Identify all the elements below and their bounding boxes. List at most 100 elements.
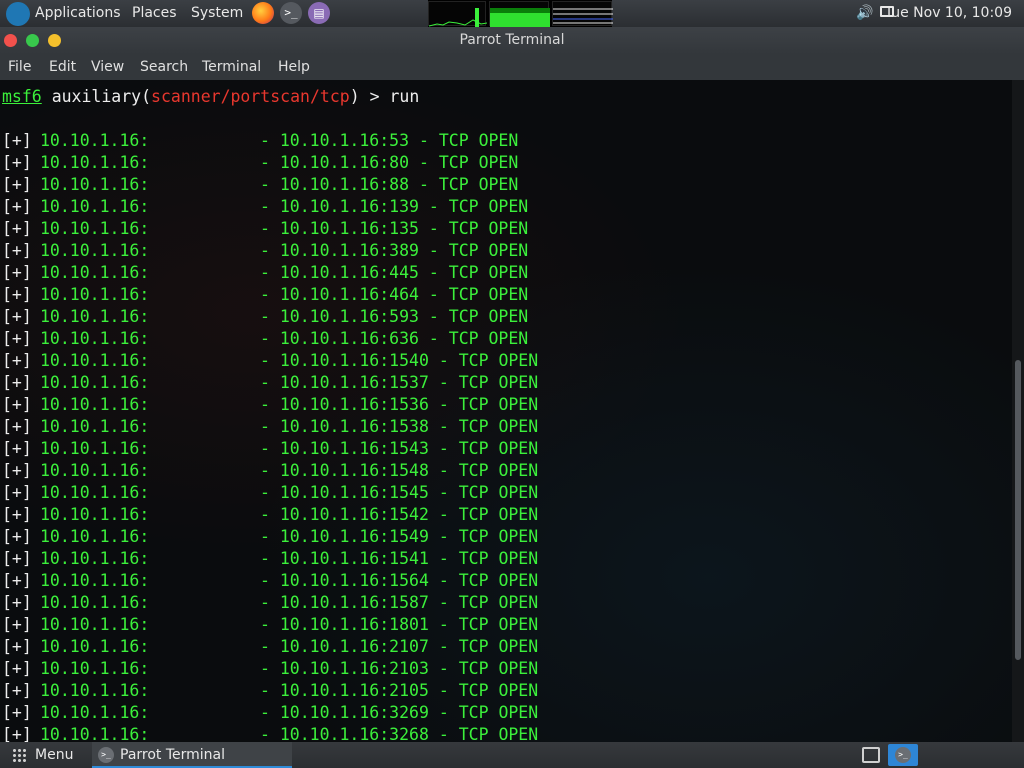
taskbar-terminal-button[interactable]: >_ Parrot Terminal bbox=[92, 742, 292, 768]
result-prefix: [+] bbox=[2, 197, 32, 216]
result-port-line: - 10.10.1.16:1540 - TCP OPEN bbox=[260, 351, 539, 370]
menu-view[interactable]: View bbox=[91, 54, 124, 80]
maximize-button[interactable] bbox=[48, 34, 61, 47]
window-titlebar[interactable]: Parrot Terminal bbox=[0, 27, 1024, 54]
result-port-line: - 10.10.1.16:3269 - TCP OPEN bbox=[260, 703, 539, 722]
result-host: 10.10.1.16: bbox=[40, 461, 150, 480]
result-status: TCP OPEN bbox=[458, 351, 539, 370]
result-status: TCP OPEN bbox=[448, 307, 529, 326]
result-host: 10.10.1.16: bbox=[40, 527, 150, 546]
menu-grid-icon[interactable] bbox=[12, 748, 26, 762]
clock[interactable]: Tue Nov 10, 10:09 bbox=[885, 0, 1012, 27]
prompt-command: > run bbox=[369, 87, 420, 106]
menu-terminal[interactable]: Terminal bbox=[202, 54, 261, 80]
system-menu[interactable]: System bbox=[191, 0, 243, 27]
result-line: [+] 10.10.1.16: - 10.10.1.16:1549 - TCP OP… bbox=[2, 526, 538, 548]
result-address: 10.10.1.16:2107 bbox=[279, 637, 429, 656]
result-port-line: - 10.10.1.16:80 - TCP OPEN bbox=[260, 153, 519, 172]
result-line: [+] 10.10.1.16: - 10.10.1.16:53 - TCP OPEN bbox=[2, 130, 518, 152]
result-host: 10.10.1.16: bbox=[40, 593, 150, 612]
result-prefix: [+] bbox=[2, 351, 32, 370]
result-prefix: [+] bbox=[2, 461, 32, 480]
menu-file[interactable]: File bbox=[8, 54, 31, 80]
terminal-output[interactable]: msf6 auxiliary(scanner/portscan/tcp) > r… bbox=[0, 80, 1012, 742]
result-address: 10.10.1.16:139 bbox=[279, 197, 419, 216]
scrollbar-thumb[interactable] bbox=[1015, 360, 1021, 660]
close-button[interactable] bbox=[4, 34, 17, 47]
result-address: 10.10.1.16:1537 bbox=[279, 373, 429, 392]
result-prefix: [+] bbox=[2, 175, 32, 194]
applications-menu[interactable]: Applications bbox=[35, 0, 121, 27]
result-line: [+] 10.10.1.16: - 10.10.1.16:80 - TCP OPEN bbox=[2, 152, 518, 174]
result-status: TCP OPEN bbox=[438, 153, 519, 172]
result-address: 10.10.1.16:1549 bbox=[279, 527, 429, 546]
result-status: TCP OPEN bbox=[458, 703, 539, 722]
bottom-panel: Menu >_ Parrot Terminal >_ bbox=[0, 742, 1024, 768]
result-line: [+] 10.10.1.16: - 10.10.1.16:1542 - TCP OP… bbox=[2, 504, 538, 526]
taskbar-terminal-label: Parrot Terminal bbox=[120, 747, 226, 763]
result-host: 10.10.1.16: bbox=[40, 637, 150, 656]
result-prefix: [+] bbox=[2, 615, 32, 634]
result-status: TCP OPEN bbox=[458, 439, 539, 458]
result-line: [+] 10.10.1.16: - 10.10.1.16:1537 - TCP OP… bbox=[2, 372, 538, 394]
result-port-line: - 10.10.1.16:389 - TCP OPEN bbox=[260, 241, 529, 260]
result-address: 10.10.1.16:1536 bbox=[279, 395, 429, 414]
result-prefix: [+] bbox=[2, 307, 32, 326]
result-port-line: - 10.10.1.16:464 - TCP OPEN bbox=[260, 285, 529, 304]
result-host: 10.10.1.16: bbox=[40, 571, 150, 590]
parrot-logo-icon[interactable] bbox=[6, 2, 30, 26]
firefox-icon[interactable] bbox=[252, 2, 274, 24]
result-port-line: - 10.10.1.16:2105 - TCP OPEN bbox=[260, 681, 539, 700]
result-port-line: - 10.10.1.16:1537 - TCP OPEN bbox=[260, 373, 539, 392]
menu-bar: File Edit View Search Terminal Help bbox=[0, 54, 1024, 80]
result-line: [+] 10.10.1.16: - 10.10.1.16:1587 - TCP OP… bbox=[2, 592, 538, 614]
menu-button[interactable]: Menu bbox=[35, 742, 73, 768]
result-line: [+] 10.10.1.16: - 10.10.1.16:2103 - TCP OP… bbox=[2, 658, 538, 680]
result-line: [+] 10.10.1.16: - 10.10.1.16:3268 - TCP OP… bbox=[2, 724, 538, 742]
menu-help[interactable]: Help bbox=[278, 54, 310, 80]
result-prefix: [+] bbox=[2, 527, 32, 546]
result-port-line: - 10.10.1.16:139 - TCP OPEN bbox=[260, 197, 529, 216]
result-status: TCP OPEN bbox=[448, 241, 529, 260]
result-host: 10.10.1.16: bbox=[40, 615, 150, 634]
result-line: [+] 10.10.1.16: - 10.10.1.16:2105 - TCP OP… bbox=[2, 680, 538, 702]
result-line: [+] 10.10.1.16: - 10.10.1.16:1538 - TCP OP… bbox=[2, 416, 538, 438]
volume-icon[interactable]: 🔊 bbox=[856, 5, 873, 21]
workspace-terminal-icon[interactable]: >_ bbox=[888, 744, 918, 766]
result-host: 10.10.1.16: bbox=[40, 703, 150, 722]
result-address: 10.10.1.16:80 bbox=[279, 153, 410, 172]
result-port-line: - 10.10.1.16:1801 - TCP OPEN bbox=[260, 615, 539, 634]
terminal-launcher-icon[interactable]: >_ bbox=[280, 2, 302, 24]
result-host: 10.10.1.16: bbox=[40, 263, 150, 282]
result-host: 10.10.1.16: bbox=[40, 505, 150, 524]
result-address: 10.10.1.16:1540 bbox=[279, 351, 429, 370]
result-status: TCP OPEN bbox=[458, 637, 539, 656]
result-port-line: - 10.10.1.16:3268 - TCP OPEN bbox=[260, 725, 539, 742]
result-port-line: - 10.10.1.16:1541 - TCP OPEN bbox=[260, 549, 539, 568]
menu-edit[interactable]: Edit bbox=[49, 54, 76, 80]
result-prefix: [+] bbox=[2, 285, 32, 304]
result-port-line: - 10.10.1.16:2107 - TCP OPEN bbox=[260, 637, 539, 656]
result-status: TCP OPEN bbox=[458, 395, 539, 414]
result-port-line: - 10.10.1.16:1587 - TCP OPEN bbox=[260, 593, 539, 612]
result-address: 10.10.1.16:464 bbox=[279, 285, 419, 304]
menu-search[interactable]: Search bbox=[140, 54, 188, 80]
result-address: 10.10.1.16:445 bbox=[279, 263, 419, 282]
system-monitor-applet[interactable] bbox=[428, 0, 613, 27]
result-prefix: [+] bbox=[2, 153, 32, 172]
keyboard-icon[interactable] bbox=[862, 747, 880, 763]
result-line: [+] 10.10.1.16: - 10.10.1.16:1541 - TCP OP… bbox=[2, 548, 538, 570]
places-menu[interactable]: Places bbox=[132, 0, 177, 27]
text-editor-launcher-icon[interactable]: ▤ bbox=[308, 2, 330, 24]
result-host: 10.10.1.16: bbox=[40, 725, 150, 742]
result-port-line: - 10.10.1.16:53 - TCP OPEN bbox=[260, 131, 519, 150]
result-line: [+] 10.10.1.16: - 10.10.1.16:3269 - TCP OP… bbox=[2, 702, 538, 724]
result-port-line: - 10.10.1.16:1543 - TCP OPEN bbox=[260, 439, 539, 458]
result-line: [+] 10.10.1.16: - 10.10.1.16:139 - TCP OPE… bbox=[2, 196, 528, 218]
result-port-line: - 10.10.1.16:1549 - TCP OPEN bbox=[260, 527, 539, 546]
result-prefix: [+] bbox=[2, 395, 32, 414]
result-line: [+] 10.10.1.16: - 10.10.1.16:1548 - TCP OP… bbox=[2, 460, 538, 482]
minimize-button[interactable] bbox=[26, 34, 39, 47]
result-prefix: [+] bbox=[2, 241, 32, 260]
terminal-scrollbar[interactable] bbox=[1012, 80, 1024, 742]
